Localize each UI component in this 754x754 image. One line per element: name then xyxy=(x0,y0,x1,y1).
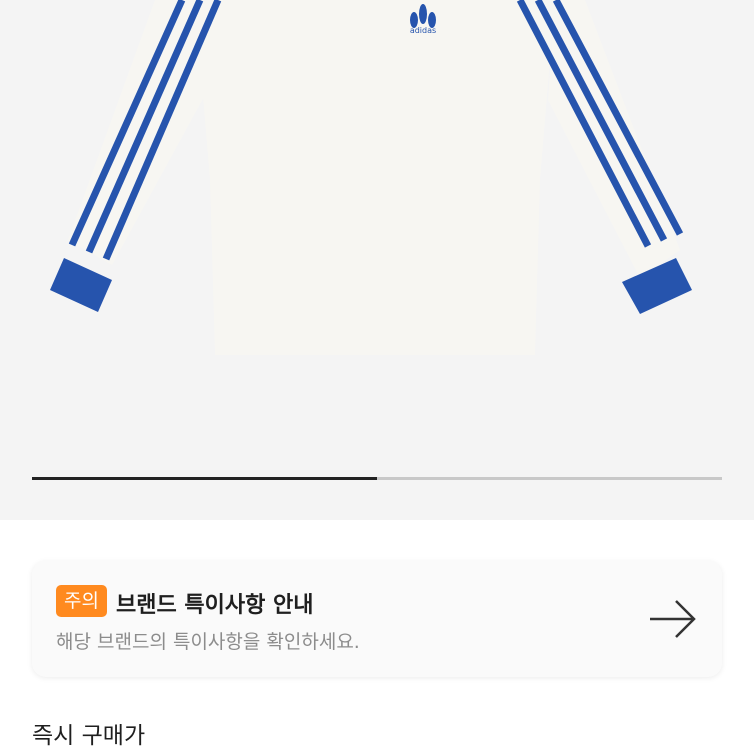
gallery-progress-fill xyxy=(32,477,377,480)
svg-text:adidas: adidas xyxy=(410,26,436,35)
shirt-body xyxy=(195,0,555,355)
brand-notice-title: 브랜드 특이사항 안내 xyxy=(116,593,314,618)
arrow-right-icon[interactable] xyxy=(648,597,698,641)
right-cuff xyxy=(622,258,692,314)
product-photo: adidas xyxy=(50,0,692,355)
gallery-progress-bar xyxy=(32,477,722,480)
instant-buy-price-title: 즉시 구매가 xyxy=(32,723,146,749)
caution-badge: 주의 xyxy=(56,585,107,617)
product-image[interactable]: adidas xyxy=(0,0,754,520)
brand-notice-card[interactable]: 주의 브랜드 특이사항 안내 해당 브랜드의 특이사항을 확인하세요. xyxy=(32,561,722,677)
brand-notice-subtitle: 해당 브랜드의 특이사항을 확인하세요. xyxy=(56,631,360,653)
left-cuff xyxy=(50,258,112,312)
